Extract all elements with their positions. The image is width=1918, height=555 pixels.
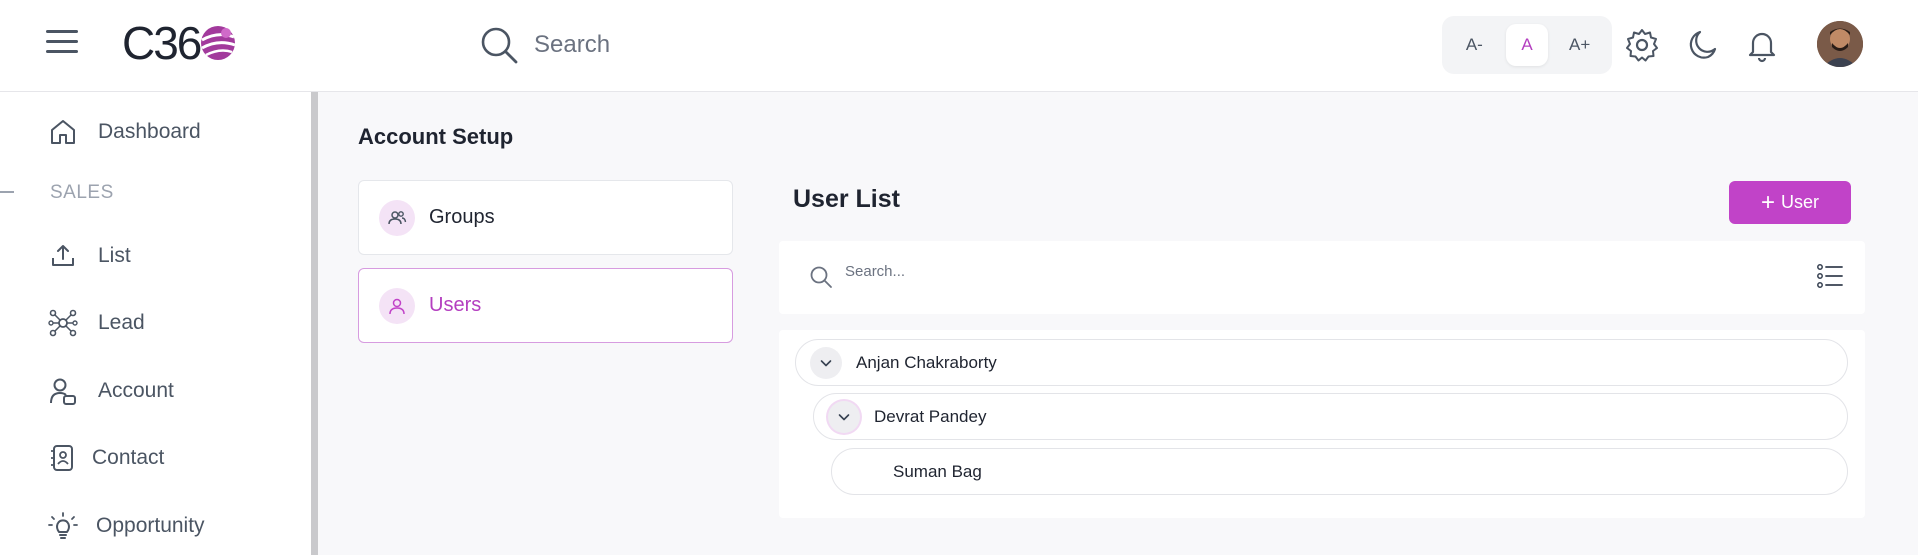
sidebar-item-label: List xyxy=(98,244,131,267)
sidebar-collapse-marker xyxy=(0,191,14,193)
app-logo[interactable]: C36 xyxy=(122,18,238,68)
group-icon-bubble xyxy=(379,199,415,236)
sidebar-item-contact[interactable]: Contact xyxy=(48,440,164,476)
font-default-button[interactable]: A xyxy=(1505,24,1548,66)
network-icon xyxy=(48,309,78,337)
font-increase-button[interactable]: A+ xyxy=(1559,24,1601,66)
user-tree-panel: Anjan Chakraborty Devrat Pandey Suman Ba… xyxy=(779,330,1865,518)
chevron-down-icon xyxy=(820,359,832,366)
user-list-search-bar xyxy=(779,241,1865,314)
tree-row[interactable]: Anjan Chakraborty xyxy=(795,339,1848,386)
tree-user-name: Anjan Chakraborty xyxy=(856,352,997,372)
sidebar-item-label: Lead xyxy=(98,311,145,334)
chevron-down-icon xyxy=(838,413,850,420)
setup-menu-users[interactable]: Users xyxy=(358,268,733,343)
list-view-icon[interactable] xyxy=(1815,261,1845,291)
sidebar-item-dashboard[interactable]: Dashboard xyxy=(48,114,201,150)
sidebar-section-sales: SALES xyxy=(50,182,114,203)
sidebar-item-opportunity[interactable]: Opportunity xyxy=(48,508,205,544)
hamburger-menu-icon[interactable] xyxy=(46,30,78,56)
add-user-label: User xyxy=(1781,192,1820,212)
top-header: C36 A- A A+ xyxy=(0,0,1918,92)
sidebar-item-lead[interactable]: Lead xyxy=(48,305,145,341)
expand-toggle[interactable] xyxy=(810,346,842,379)
logo-globe-icon xyxy=(201,26,236,60)
user-avatar[interactable] xyxy=(1817,21,1863,67)
setup-menu-label: Groups xyxy=(429,206,495,228)
user-list-title: User List xyxy=(793,185,900,213)
gear-icon[interactable] xyxy=(1624,27,1660,63)
avatar-image xyxy=(1817,21,1863,67)
sidebar-item-account[interactable]: Account xyxy=(48,373,174,409)
account-icon xyxy=(50,378,76,405)
group-icon xyxy=(388,210,407,224)
expand-toggle[interactable] xyxy=(828,400,860,433)
tree-user-name: Suman Bag xyxy=(893,461,982,481)
contact-book-icon xyxy=(51,445,73,471)
moon-icon[interactable] xyxy=(1684,27,1720,63)
home-icon xyxy=(51,120,75,144)
user-search-input[interactable] xyxy=(845,263,1345,280)
search-icon[interactable] xyxy=(478,24,520,66)
logo-text: C36 xyxy=(122,17,202,69)
search-icon xyxy=(810,266,832,288)
sidebar-item-label: Dashboard xyxy=(98,120,201,143)
font-size-switcher: A- A A+ xyxy=(1442,16,1612,74)
sidebar-item-list[interactable]: List xyxy=(48,238,131,274)
user-icon-bubble xyxy=(379,287,415,324)
global-search xyxy=(478,22,834,68)
sidebar-item-label: Opportunity xyxy=(96,514,205,537)
page-title: Account Setup xyxy=(358,124,514,149)
upload-icon xyxy=(52,245,74,266)
add-user-button[interactable]: + User xyxy=(1729,181,1851,224)
tree-row[interactable]: Devrat Pandey xyxy=(813,393,1848,440)
user-icon xyxy=(389,298,405,314)
bell-icon[interactable] xyxy=(1744,27,1780,63)
tree-user-name: Devrat Pandey xyxy=(874,406,987,426)
sidebar: Dashboard SALES List Lead Account Contac… xyxy=(0,92,318,555)
sidebar-item-label: Account xyxy=(98,379,174,402)
plus-icon: + xyxy=(1760,188,1775,216)
font-decrease-button[interactable]: A- xyxy=(1453,24,1495,66)
setup-menu-groups[interactable]: Groups xyxy=(358,180,733,255)
global-search-input[interactable] xyxy=(534,31,834,59)
sidebar-item-label: Contact xyxy=(92,446,165,469)
setup-menu-label: Users xyxy=(429,294,482,316)
tree-row[interactable]: Suman Bag xyxy=(831,448,1848,495)
lightbulb-icon xyxy=(48,512,78,539)
